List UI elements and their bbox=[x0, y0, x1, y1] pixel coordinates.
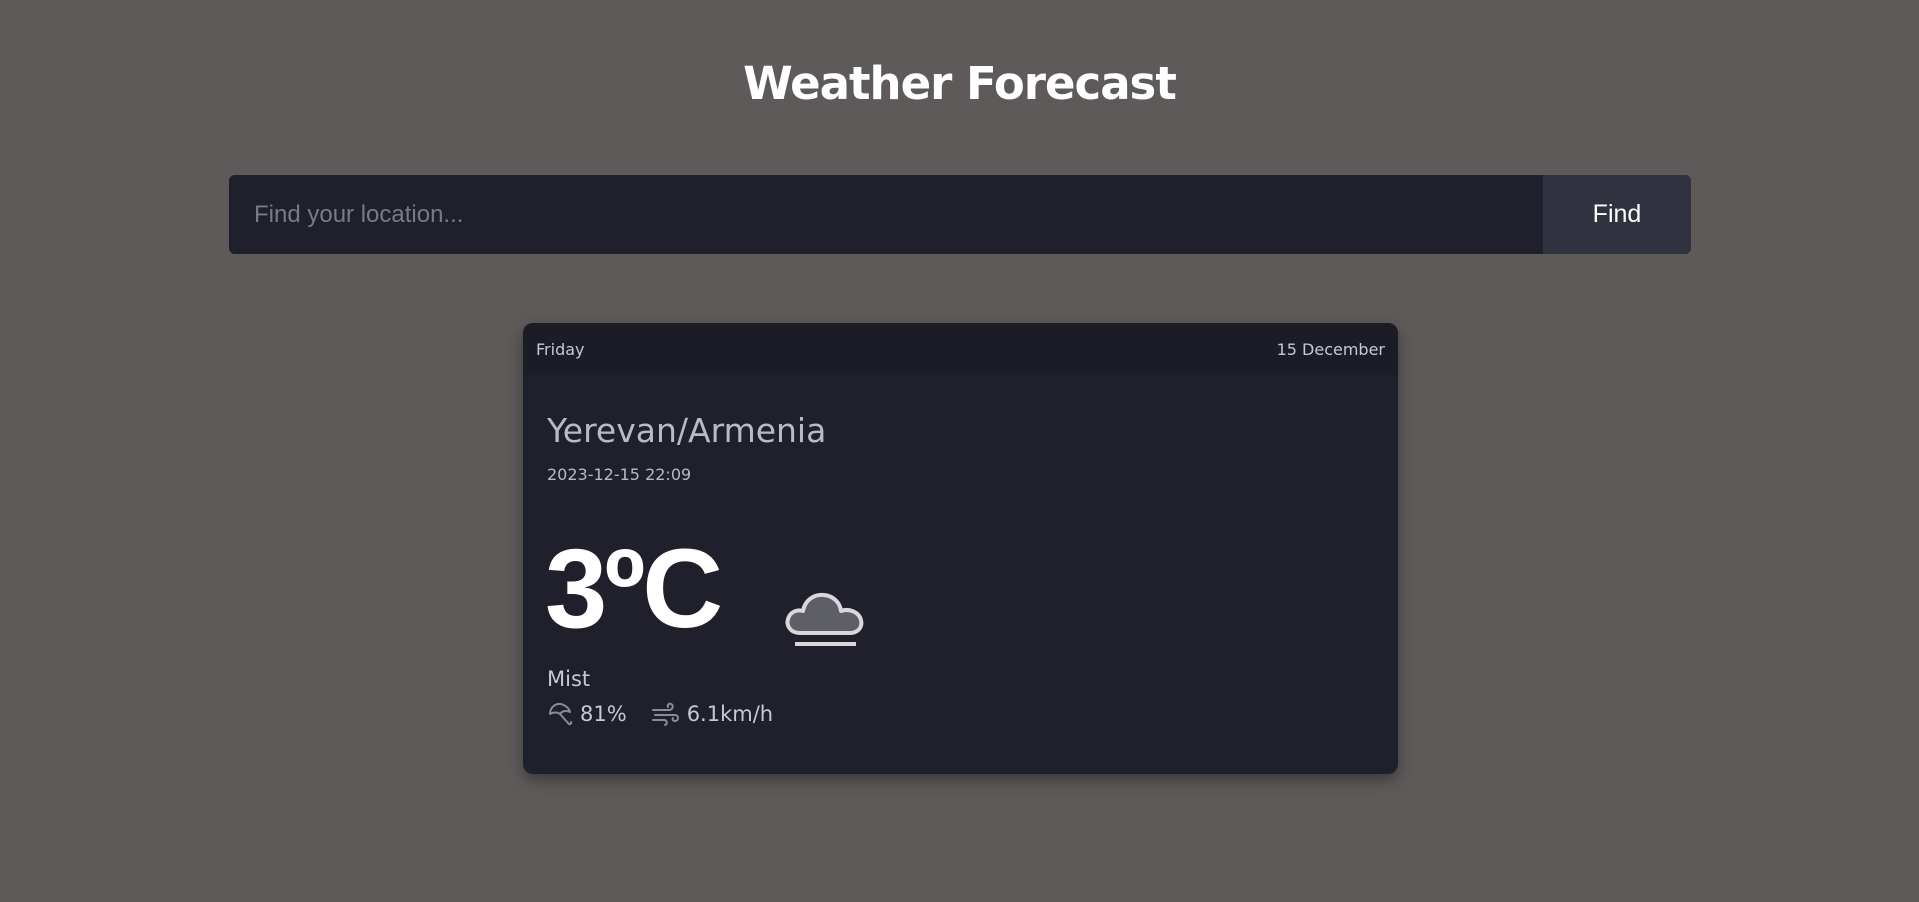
date-label: 15 December bbox=[1276, 339, 1385, 359]
day-label: Friday bbox=[536, 339, 585, 359]
location-search-input[interactable] bbox=[229, 175, 1543, 254]
location-name: Yerevan/Armenia bbox=[547, 411, 827, 450]
weather-card: Friday 15 December Yerevan/Armenia 2023-… bbox=[523, 323, 1398, 774]
search-form: Find bbox=[229, 175, 1691, 254]
page-title: Weather Forecast bbox=[743, 57, 1177, 110]
weather-condition: Mist bbox=[547, 667, 591, 691]
local-datetime: 2023-12-15 22:09 bbox=[547, 465, 692, 484]
humidity-value: 81% bbox=[580, 701, 627, 726]
mist-cloud-icon bbox=[785, 592, 864, 646]
wind-stat: 6.1km/h bbox=[651, 700, 773, 727]
umbrella-icon bbox=[549, 702, 573, 726]
weather-stats: 81% 6.1km/h bbox=[547, 700, 797, 727]
temperature-value: 3ºC bbox=[545, 526, 723, 651]
card-header: Friday 15 December bbox=[523, 323, 1398, 375]
wind-value: 6.1km/h bbox=[686, 701, 774, 726]
find-button[interactable]: Find bbox=[1543, 175, 1691, 254]
wind-icon bbox=[651, 702, 679, 726]
humidity-stat: 81% bbox=[547, 700, 627, 727]
